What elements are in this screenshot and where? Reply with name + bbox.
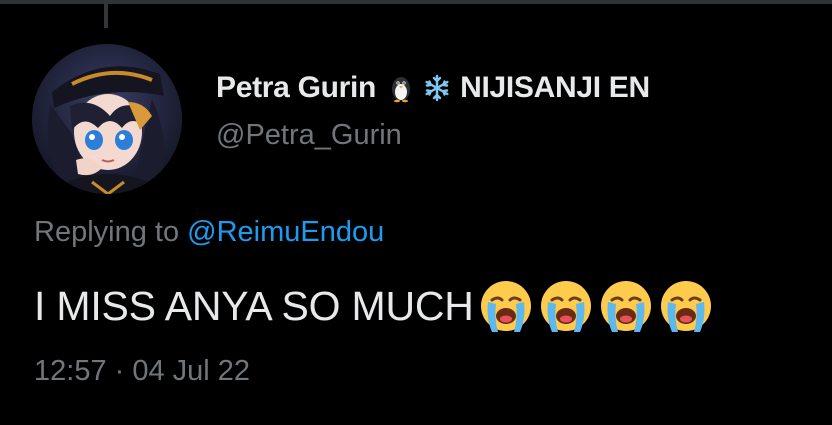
thread-connector-line xyxy=(104,0,108,28)
emoji-group xyxy=(474,278,714,334)
replying-to-row: Replying to @ReimuEndou xyxy=(34,216,384,249)
tweet-text: I MISS ANYA SO MUCH xyxy=(34,282,474,329)
reply-mention-link[interactable]: @ReimuEndou xyxy=(187,216,384,248)
penguin-icon xyxy=(386,73,416,103)
tweet-timestamp[interactable]: 12:57 · 04 Jul 22 xyxy=(34,355,250,388)
author-handle[interactable]: @Petra_Gurin xyxy=(216,119,402,152)
snowflake-icon xyxy=(422,73,452,103)
loudly-crying-face-icon xyxy=(658,278,714,334)
loudly-crying-face-icon xyxy=(478,278,534,334)
author-affiliation: NIJISANJI EN xyxy=(460,71,650,104)
loudly-crying-face-icon xyxy=(598,278,654,334)
loudly-crying-face-icon xyxy=(538,278,594,334)
author-name-row[interactable]: Petra Gurin NIJISANJI EN xyxy=(216,68,650,108)
replying-to-label: Replying to xyxy=(34,216,180,248)
anime-avatar-icon xyxy=(32,44,182,194)
author-avatar[interactable] xyxy=(32,44,182,194)
tweet-top-border xyxy=(0,0,832,4)
author-display-name[interactable]: Petra Gurin xyxy=(216,71,376,105)
tweet-body: I MISS ANYA SO MUCH xyxy=(34,276,714,336)
